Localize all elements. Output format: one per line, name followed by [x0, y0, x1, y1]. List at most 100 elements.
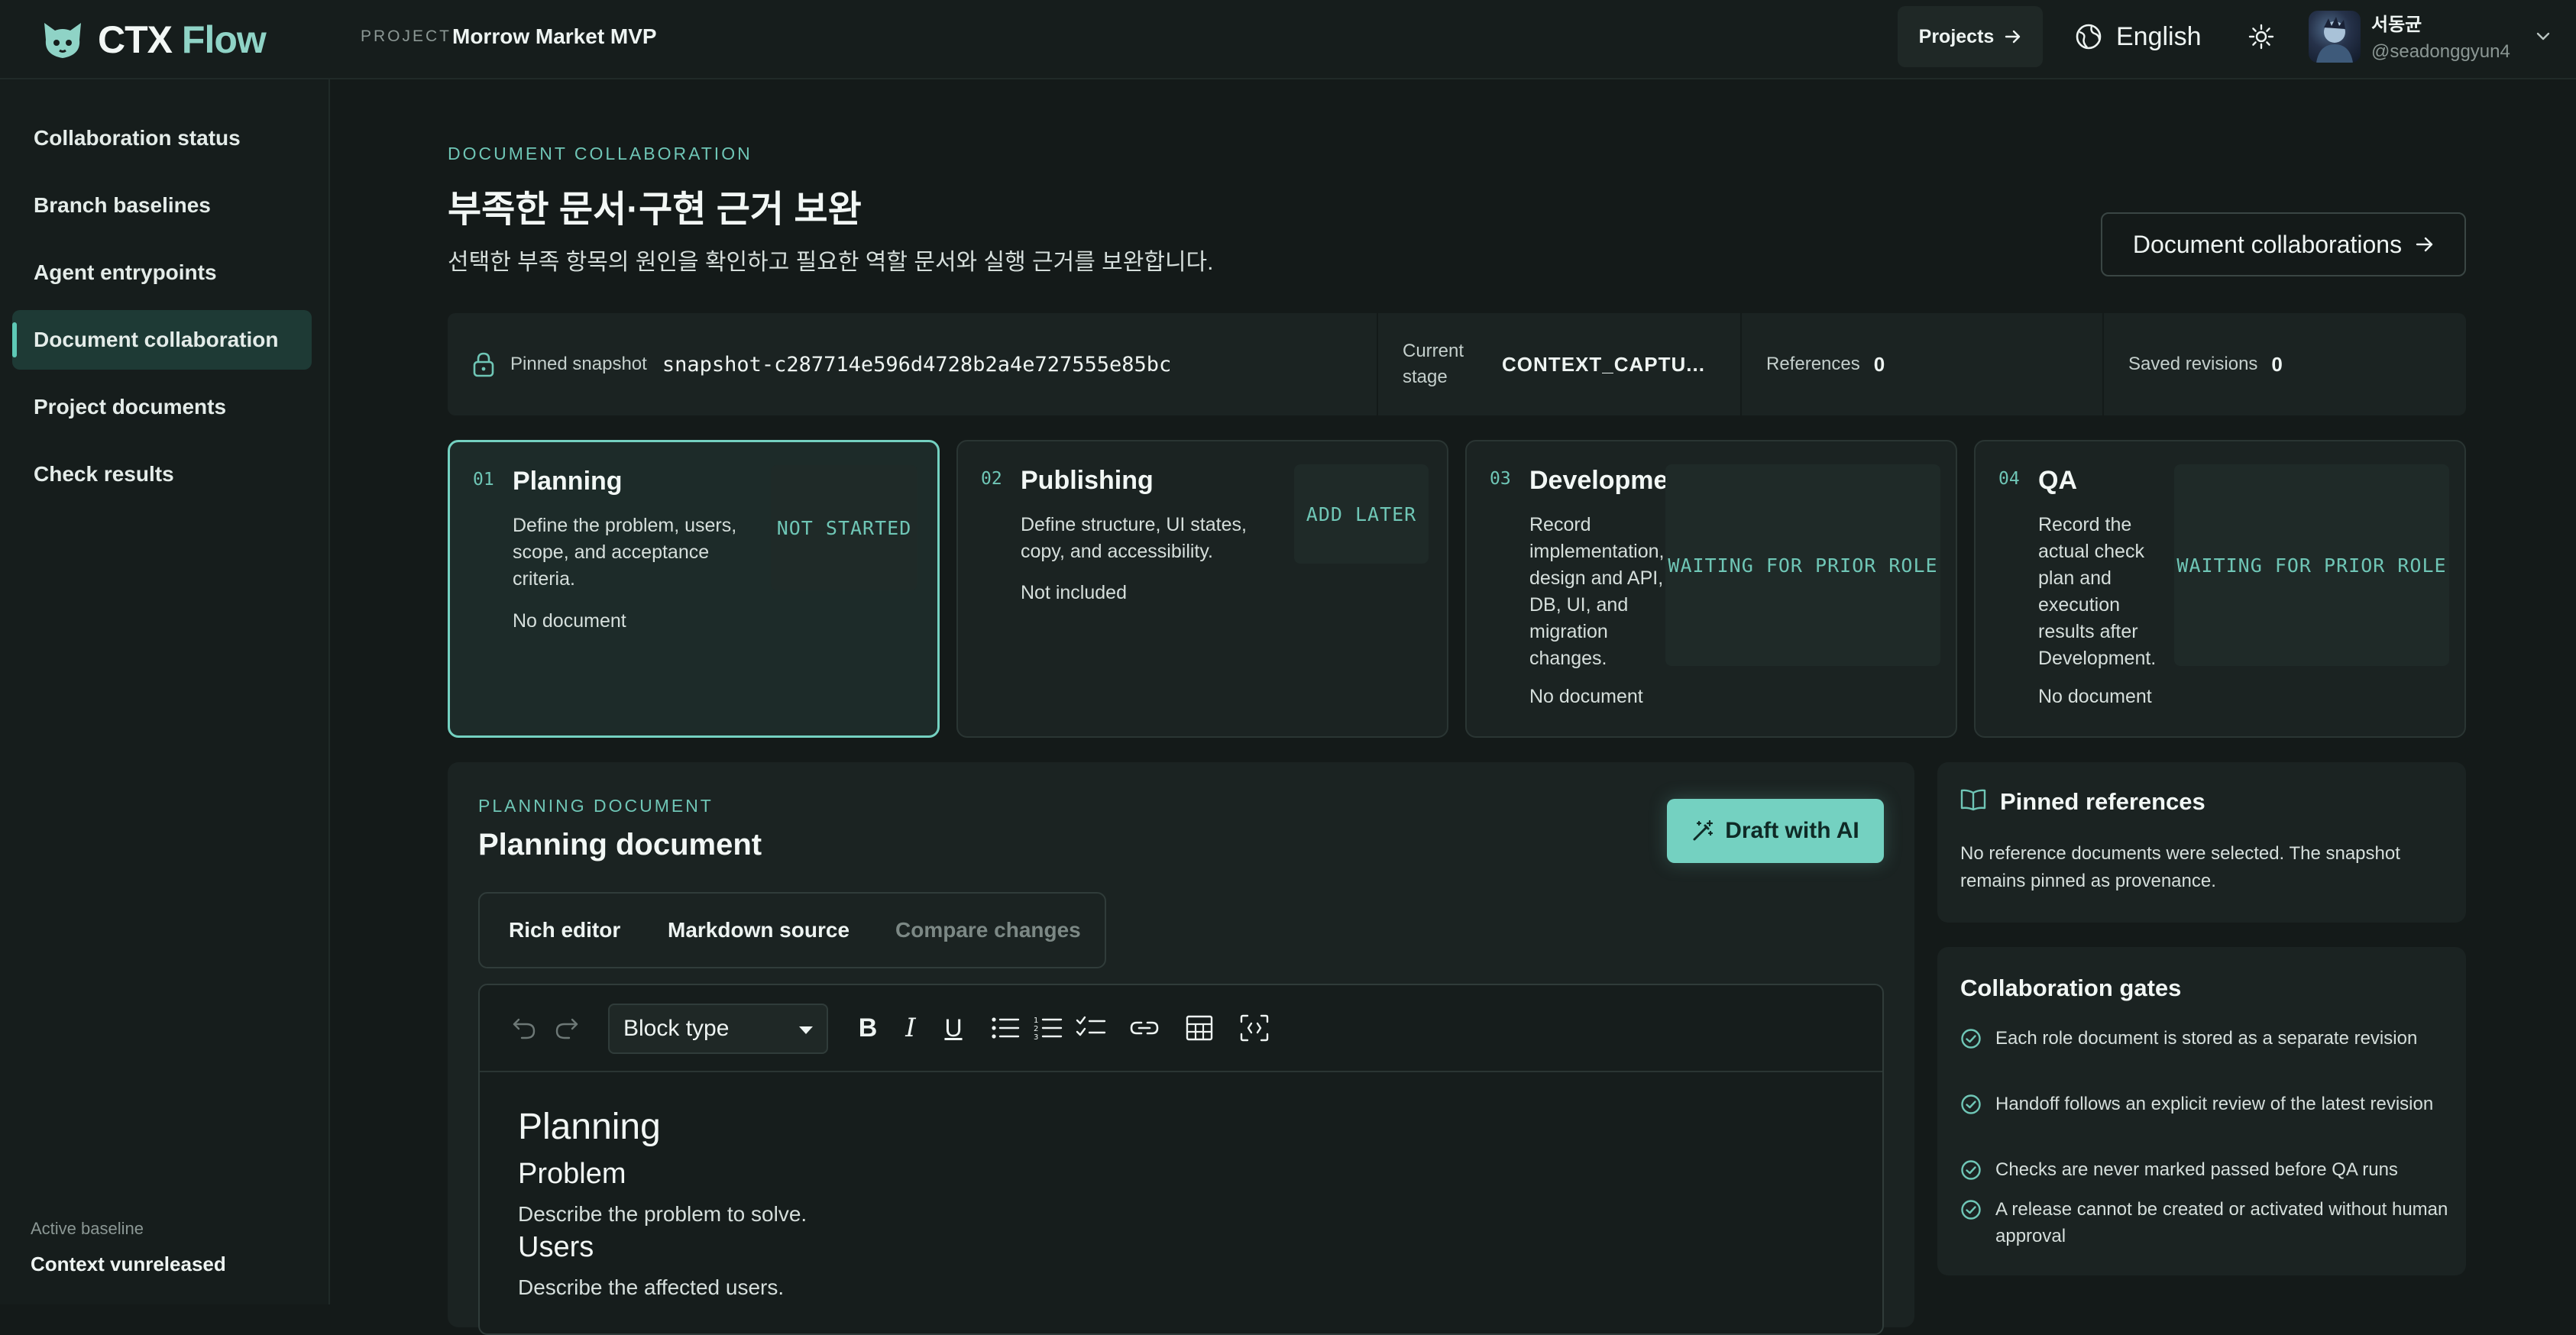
bullet-list-icon [992, 1017, 1020, 1039]
references-label: References [1766, 354, 1860, 374]
editor-paragraph-users[interactable]: Describe the affected users. [518, 1275, 784, 1300]
app-logo[interactable]: CTX Flow [38, 15, 267, 64]
svg-text:2: 2 [1034, 1025, 1038, 1033]
editor-heading-problem[interactable]: Problem [518, 1158, 626, 1191]
references-count: References 0 [1766, 313, 1885, 415]
sun-icon[interactable] [2248, 23, 2275, 50]
logo-flow: Flow [181, 18, 267, 61]
draft-with-ai-button[interactable]: Draft with AI [1667, 799, 1884, 863]
block-type-value: Block type [623, 1016, 730, 1041]
italic-button[interactable]: I [894, 1011, 927, 1045]
top-bar: CTX Flow PROJECT Morrow Market MVP Proje… [0, 0, 2576, 79]
role-card-planning[interactable]: 01 Planning Define the problem, users, s… [448, 440, 940, 738]
role-number: 03 [1490, 469, 1511, 489]
editor-heading-users[interactable]: Users [518, 1231, 594, 1264]
active-baseline-value: Context vunreleased [31, 1253, 226, 1275]
document-collaborations-label: Document collaborations [2132, 230, 2403, 258]
code-block-button[interactable] [1238, 1011, 1271, 1045]
role-card-development[interactable]: 03 Development Record implementation, de… [1465, 440, 1957, 738]
role-title: QA [2038, 466, 2077, 495]
saved-revisions-label: Saved revisions [2128, 354, 2258, 374]
tab-markdown-source[interactable]: Markdown source [668, 894, 849, 967]
pinned-references-text: No reference documents were selected. Th… [1960, 843, 2400, 891]
saved-revisions-value: 0 [2271, 352, 2283, 376]
role-card-publishing[interactable]: 02 Publishing Define structure, UI state… [956, 440, 1448, 738]
bold-button[interactable]: B [851, 1011, 885, 1045]
active-baseline-label: Active baseline [31, 1219, 144, 1238]
role-number: 04 [1998, 469, 2020, 489]
sidebar-item-collaboration-status[interactable]: Collaboration status [12, 108, 312, 168]
underline-icon: U [944, 1013, 963, 1042]
underline-button[interactable]: U [937, 1011, 970, 1045]
avatar[interactable] [2309, 11, 2361, 63]
magic-wand-icon [1693, 819, 1714, 841]
current-stage: Current stage CONTEXT_CAPTU... [1403, 313, 1705, 415]
pinned-snapshot-label: Pinned snapshot [510, 354, 647, 374]
sidebar-item-check-results[interactable]: Check results [12, 444, 312, 504]
bullet-list-button[interactable] [989, 1011, 1022, 1045]
planning-document-panel: PLANNING DOCUMENT Planning document Draf… [448, 762, 1914, 1335]
current-stage-label: Current stage [1403, 338, 1464, 390]
role-number: 01 [473, 470, 494, 490]
role-title: Planning [513, 467, 623, 496]
sidebar-item-project-documents[interactable]: Project documents [12, 377, 312, 437]
app-name: CTX Flow [98, 18, 267, 62]
italic-icon: I [905, 1013, 916, 1043]
role-card-qa[interactable]: 04 QA Record the actual check plan and e… [1974, 440, 2466, 738]
snapshot-divider [1740, 313, 1742, 415]
role-status-badge: WAITING FOR PRIOR ROLE [1665, 464, 1940, 666]
role-status-badge: NOT STARTED [771, 465, 917, 590]
undo-button[interactable] [507, 1011, 541, 1045]
document-collaborations-button[interactable]: Document collaborations [2101, 212, 2466, 276]
gate-item: A release cannot be created or activated… [1960, 1196, 2449, 1249]
draft-with-ai-label: Draft with AI [1725, 818, 1859, 843]
chevron-down-icon[interactable] [2535, 27, 2552, 44]
projects-button[interactable]: Projects [1898, 6, 2043, 67]
references-value: 0 [1873, 352, 1885, 376]
document-eyebrow: PLANNING DOCUMENT [478, 796, 714, 816]
table-button[interactable] [1183, 1011, 1216, 1045]
check-circle-icon [1961, 1029, 1981, 1049]
numbered-list-icon: 1 2 3 [1034, 1017, 1063, 1041]
role-document-status: No document [513, 610, 626, 632]
tab-rich-editor[interactable]: Rich editor [509, 894, 620, 967]
link-button[interactable] [1128, 1011, 1161, 1045]
role-document-status: No document [1529, 686, 1643, 707]
snapshot-divider [1377, 313, 1378, 415]
role-status-badge: WAITING FOR PRIOR ROLE [2174, 464, 2449, 666]
block-type-select[interactable]: Block type [608, 1004, 828, 1054]
current-stage-label-2: stage [1403, 367, 1448, 387]
role-number: 02 [981, 469, 1002, 489]
role-description: Record implementation, design and API, D… [1529, 514, 1665, 669]
arrow-right-icon [2416, 237, 2433, 252]
redo-button[interactable] [550, 1011, 584, 1045]
sidebar-item-agent-entrypoints[interactable]: Agent entrypoints [12, 243, 312, 302]
gate-item: Checks are never marked passed before QA… [1960, 1156, 2449, 1183]
logo-ctx: CTX [98, 18, 173, 61]
page-subtitle: 선택한 부족 항목의 원인을 확인하고 필요한 역할 문서와 실행 근거를 보완… [448, 250, 1214, 275]
role-description: Record the actual check plan and executi… [2038, 514, 2157, 669]
sidebar: Collaboration status Branch baselines Ag… [0, 79, 330, 1304]
check-circle-icon [1961, 1094, 1981, 1114]
bold-icon: B [858, 1013, 878, 1042]
arrow-right-icon [2005, 30, 2021, 44]
checklist-button[interactable] [1074, 1011, 1108, 1045]
language-selector[interactable]: English [2075, 18, 2202, 55]
editor-heading-1[interactable]: Planning [518, 1106, 661, 1148]
role-description: Define structure, UI states, copy, and a… [1021, 514, 1247, 562]
rich-editor[interactable]: Block type B I U 1 2 3 Planning Problem … [478, 984, 1884, 1335]
gate-item-text: Each role document is stored as a separa… [1995, 1028, 2418, 1049]
table-icon [1186, 1015, 1213, 1041]
gate-item-text: Checks are never marked passed before QA… [1995, 1159, 2398, 1180]
tab-compare-changes[interactable]: Compare changes [895, 894, 1081, 967]
saved-revisions: Saved revisions 0 [2128, 313, 2283, 415]
project-name: Morrow Market MVP [452, 24, 657, 48]
editor-paragraph-problem[interactable]: Describe the problem to solve. [518, 1202, 807, 1227]
gate-item-text: Handoff follows an explicit review of th… [1995, 1094, 2434, 1114]
pinned-snapshot: Pinned snapshot snapshot-c287714e596d472… [472, 313, 1171, 415]
svg-text:1: 1 [1034, 1017, 1038, 1025]
current-stage-value: CONTEXT_CAPTU... [1502, 352, 1705, 376]
numbered-list-button[interactable]: 1 2 3 [1031, 1011, 1065, 1045]
sidebar-item-branch-baselines[interactable]: Branch baselines [12, 176, 312, 235]
sidebar-item-document-collaboration[interactable]: Document collaboration [12, 310, 312, 370]
